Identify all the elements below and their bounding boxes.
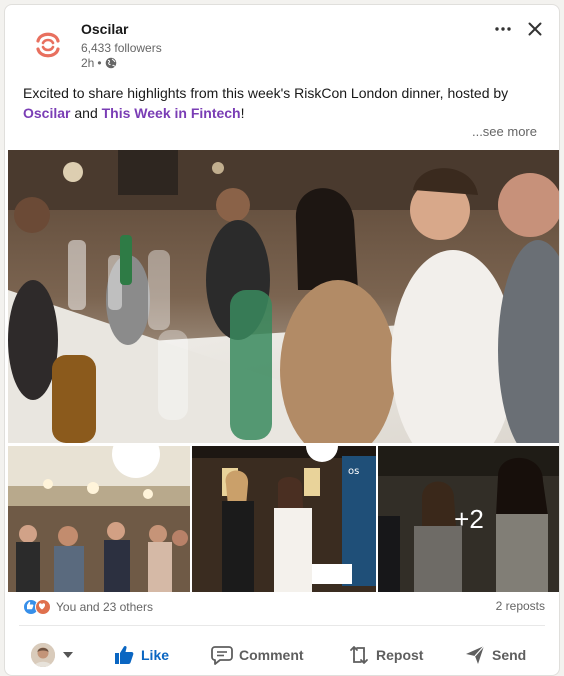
comment-button[interactable]: Comment	[211, 641, 304, 669]
send-label: Send	[492, 647, 527, 663]
post-text-middle: and	[70, 105, 102, 121]
event-photo-thumbnail[interactable]: os	[192, 446, 376, 592]
follower-count: 6,433 followers	[81, 41, 162, 55]
love-icon	[35, 599, 51, 615]
event-photo-thumbnail[interactable]	[8, 446, 190, 592]
divider	[19, 625, 545, 626]
globe-icon	[105, 57, 116, 69]
post-time: 2h	[81, 56, 95, 70]
avatar	[31, 643, 55, 667]
close-icon	[528, 22, 542, 36]
dinner-table-photo	[8, 150, 559, 443]
reactions-summary[interactable]: You and 23 others	[23, 599, 153, 615]
banner-text: os	[348, 466, 359, 477]
comment-label: Comment	[239, 647, 304, 663]
company-logo[interactable]	[24, 21, 72, 69]
thumbs-up-icon	[115, 646, 134, 664]
repost-label: Repost	[376, 647, 424, 663]
more-options-button[interactable]	[491, 17, 515, 41]
mention-oscilar[interactable]: Oscilar	[23, 105, 70, 121]
main-event-photo[interactable]	[8, 150, 559, 443]
action-bar: Like Comment Repost Send	[5, 633, 559, 675]
reactions-count[interactable]: You and 23 others	[56, 600, 153, 614]
send-icon	[466, 645, 485, 664]
mention-this-week-in-fintech[interactable]: This Week in Fintech	[102, 105, 241, 121]
post-card: Oscilar 6,433 followers 2h • Excited to …	[4, 4, 560, 676]
post-header: Oscilar 6,433 followers 2h •	[5, 5, 559, 79]
time-separator: •	[97, 56, 102, 70]
like-label: Like	[141, 647, 170, 663]
oscilar-logo-icon	[36, 32, 60, 58]
see-more-link[interactable]: ...see more	[472, 124, 537, 139]
ellipsis-icon	[495, 27, 511, 31]
like-button[interactable]: Like	[113, 641, 169, 669]
more-photos-count[interactable]: +2	[378, 446, 559, 592]
networking-photo: os	[192, 446, 376, 592]
social-counts: You and 23 others 2 reposts	[23, 599, 545, 617]
send-button[interactable]: Send	[464, 641, 526, 669]
caret-down-icon	[63, 652, 73, 658]
post-time-row: 2h •	[81, 56, 117, 70]
repost-button[interactable]: Repost	[348, 641, 423, 669]
repost-icon	[350, 646, 368, 664]
close-button[interactable]	[523, 17, 547, 41]
comment-icon	[211, 646, 233, 665]
post-text-start: Excited to share highlights from this we…	[23, 85, 509, 101]
reposts-count[interactable]: 2 reposts	[496, 599, 545, 613]
post-text-end: !	[240, 105, 245, 121]
event-photo-thumbnail-more[interactable]: +2	[378, 446, 559, 592]
actor-selector[interactable]	[31, 643, 73, 667]
room-crowd-photo	[8, 446, 190, 592]
company-name[interactable]: Oscilar	[81, 21, 128, 37]
post-body-text: Excited to share highlights from this we…	[23, 83, 543, 123]
